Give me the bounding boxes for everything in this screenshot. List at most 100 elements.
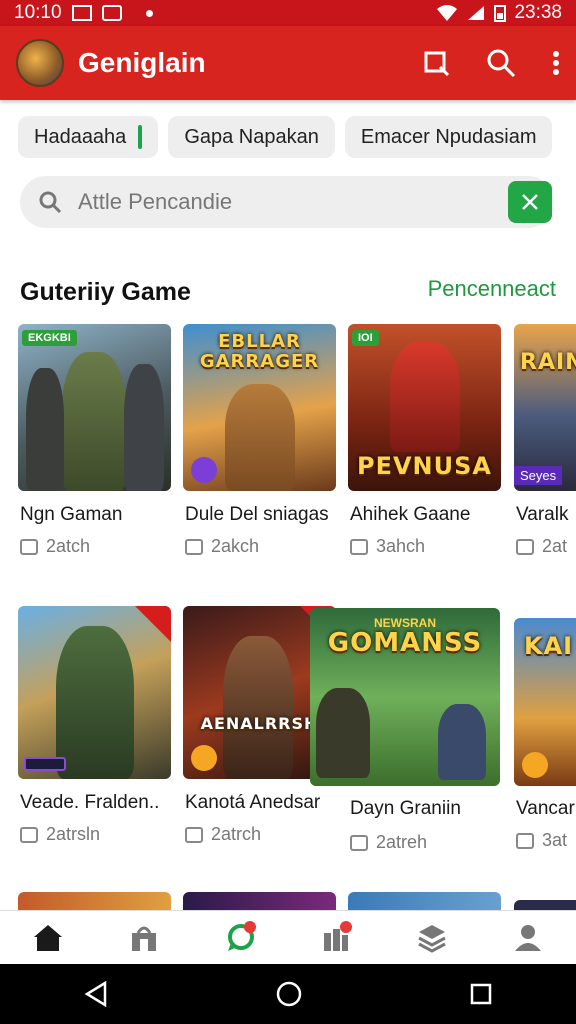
game-tag: IOI (352, 330, 379, 346)
game-meta: 3ahch (350, 536, 425, 557)
game-thumbnail: EKGKBI (18, 324, 171, 491)
chip-label: Hadaaaha (34, 125, 127, 148)
play-icon (522, 752, 548, 778)
nav-library[interactable] (316, 918, 356, 958)
game-card[interactable]: KAI Vancar 3at (514, 618, 576, 858)
game-meta-text: 2atreh (376, 832, 428, 852)
recents-icon[interactable] (469, 982, 493, 1006)
game-card[interactable]: Veade. Fralden.. 2atrsln (18, 606, 171, 852)
game-thumbnail: KAI (514, 618, 576, 786)
download-icon (516, 832, 534, 849)
game-meta-text: 2atch (46, 536, 91, 556)
game-art-title: RAIN (520, 350, 576, 375)
game-title: Veade. Fralden.. (20, 792, 160, 813)
notification-dot (244, 920, 256, 933)
game-meta: 2atreh (350, 832, 427, 853)
home-circle-icon[interactable] (275, 980, 303, 1008)
nav-chat[interactable] (220, 918, 260, 958)
game-title: Ngn Gaman (20, 504, 123, 525)
chip-label: Gapa Napakan (184, 125, 319, 148)
game-tag: Seyes (514, 466, 563, 485)
download-icon (20, 538, 38, 555)
download-icon (185, 538, 203, 555)
download-icon (516, 538, 534, 555)
game-thumbnail: RAIN Seyes (514, 324, 576, 491)
nav-home[interactable] (28, 918, 68, 958)
game-card[interactable]: RAIN Seyes Varalk 2at (514, 324, 576, 564)
system-nav-bar (0, 964, 576, 1024)
game-card[interactable]: NEWSRAN GOMANSS Dayn Graniin 2atreh (310, 608, 500, 858)
chip-hadaaaha[interactable]: Hadaaaha (18, 116, 159, 158)
dot-icon (145, 9, 153, 17)
game-meta-text: 3ahch (376, 536, 426, 556)
app-title: Geniglain (78, 47, 206, 78)
game-art-title: EBLLAR GARRAGER (199, 331, 320, 372)
clear-search-button[interactable] (508, 181, 552, 223)
nav-store[interactable] (124, 918, 164, 958)
play-icon (191, 745, 217, 771)
game-meta: 2akch (185, 536, 259, 557)
status-time: 10:10 (14, 2, 62, 23)
game-art-title: KAI (524, 632, 574, 660)
brand-badge (191, 457, 217, 483)
home-icon (34, 924, 62, 951)
layers-icon (418, 924, 446, 953)
game-thumbnail (18, 606, 171, 779)
game-title: Varalk (516, 504, 569, 525)
app-bar: Geniglain (0, 26, 576, 100)
game-meta: 2atrch (185, 824, 261, 845)
chip-emacer[interactable]: Emacer Npudasiam (344, 116, 553, 158)
game-title: Kanotá Anedsar (185, 792, 321, 813)
wifi-icon (437, 5, 458, 21)
game-art-title: GOMANSS (327, 628, 483, 658)
signal-icon (468, 6, 485, 20)
download-icon (350, 538, 368, 555)
crop-icon[interactable] (422, 49, 450, 77)
game-meta: 2atch (20, 536, 90, 557)
search-icon[interactable] (486, 48, 516, 78)
search-bar[interactable]: Attle Pencandie (20, 176, 554, 228)
profile-icon (515, 924, 541, 951)
status-bar: 10:10 23:38 (0, 0, 576, 26)
game-title: Dayn Graniin (350, 798, 461, 819)
game-thumbnail-peek[interactable] (183, 892, 336, 912)
game-meta-text: 3at (542, 830, 568, 850)
close-icon (522, 194, 538, 210)
game-meta-text: 2atrch (211, 824, 262, 844)
game-meta: 3at (516, 830, 567, 851)
nav-layers[interactable] (412, 918, 452, 958)
store-icon (132, 926, 156, 951)
app-logo (16, 39, 64, 87)
camera-icon (101, 5, 122, 21)
game-thumbnail-peek[interactable] (18, 892, 171, 912)
notification-dot (340, 920, 352, 933)
game-meta: 2at (516, 536, 567, 557)
game-card[interactable]: EKGKBI Ngn Gaman 2atch (18, 324, 171, 564)
game-title: Dule Del sniagas (185, 504, 329, 525)
search-icon (39, 191, 62, 214)
chip-gapa-napakan[interactable]: Gapa Napakan (168, 116, 335, 158)
game-thumbnail: NEWSRAN GOMANSS (310, 608, 500, 786)
see-more-link[interactable]: Pencenneact (428, 276, 556, 302)
more-icon[interactable] (552, 50, 560, 76)
game-meta-text: 2at (542, 536, 568, 556)
game-card[interactable]: EBLLAR GARRAGER Dule Del sniagas 2akch (183, 324, 336, 564)
chip-label: Emacer Npudasiam (360, 125, 537, 148)
game-thumbnail: EBLLAR GARRAGER (183, 324, 336, 491)
battery-icon (494, 5, 507, 22)
back-icon[interactable] (83, 981, 109, 1007)
game-meta: 2atrsln (20, 824, 100, 845)
game-art-title: PEVNUSA (357, 452, 492, 480)
filter-chips: Hadaaaha Gapa Napakan Emacer Npudasiam (18, 116, 553, 158)
game-title: Ahihek Gaane (350, 504, 471, 525)
brand-badge (24, 757, 66, 771)
search-input[interactable]: Attle Pencandie (78, 189, 232, 215)
game-thumbnail: PEVNUSA IOI (348, 324, 501, 491)
download-icon (350, 834, 368, 851)
game-card[interactable]: PEVNUSA IOI Ahihek Gaane 3ahch (348, 324, 501, 564)
game-tag: EKGKBI (22, 330, 77, 346)
bottom-nav (0, 910, 576, 964)
nav-profile[interactable] (508, 918, 548, 958)
download-icon (185, 826, 203, 843)
game-thumbnail-peek[interactable] (348, 892, 501, 912)
